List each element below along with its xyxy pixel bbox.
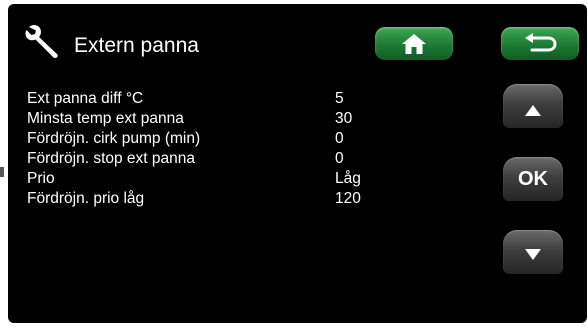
scroll-up-button[interactable] <box>503 84 563 128</box>
scroll-down-button[interactable] <box>503 230 563 274</box>
setting-row-prio[interactable]: Prio Låg <box>27 169 387 189</box>
setting-value: 120 <box>335 190 361 207</box>
arrow-up-icon <box>525 104 541 116</box>
setting-value: 0 <box>335 130 344 147</box>
bezel-mark <box>0 167 4 177</box>
setting-label: Minsta temp ext panna <box>27 110 184 127</box>
back-arrow-icon <box>525 32 557 51</box>
wrench-icon <box>25 24 58 59</box>
arrow-down-icon <box>525 248 541 260</box>
home-button[interactable] <box>375 27 453 60</box>
setting-row-fordrojn-prio-lag[interactable]: Fördröjn. prio låg 120 <box>27 189 387 209</box>
setting-row-fordrojn-stop[interactable]: Fördröjn. stop ext panna 0 <box>27 149 387 169</box>
ok-button[interactable]: OK <box>503 157 563 201</box>
setting-label: Fördröjn. prio låg <box>27 190 145 207</box>
setting-row-fordrojn-cirk-pump[interactable]: Fördröjn. cirk pump (min) 0 <box>27 129 387 149</box>
ok-button-label: OK <box>518 167 548 190</box>
setting-value: Låg <box>335 170 361 187</box>
setting-value: 0 <box>335 150 344 167</box>
setting-label: Fördröjn. cirk pump (min) <box>27 130 201 147</box>
home-icon <box>402 33 426 54</box>
setting-row-ext-panna-diff[interactable]: Ext panna diff °C 5 <box>27 89 387 109</box>
setting-value: 5 <box>335 90 344 107</box>
setting-label: Ext panna diff °C <box>27 90 144 107</box>
setting-row-minsta-temp[interactable]: Minsta temp ext panna 30 <box>27 109 387 129</box>
setting-label: Fördröjn. stop ext panna <box>27 150 196 167</box>
setting-value: 30 <box>335 110 353 127</box>
setting-label: Prio <box>27 170 55 187</box>
settings-list: Ext panna diff °C 5 Minsta temp ext pann… <box>27 89 387 209</box>
back-button[interactable] <box>501 27 579 60</box>
display-screen: Extern panna OK Ext panna diff °C 5 Mins… <box>8 4 587 323</box>
page-title: Extern panna <box>74 34 199 57</box>
